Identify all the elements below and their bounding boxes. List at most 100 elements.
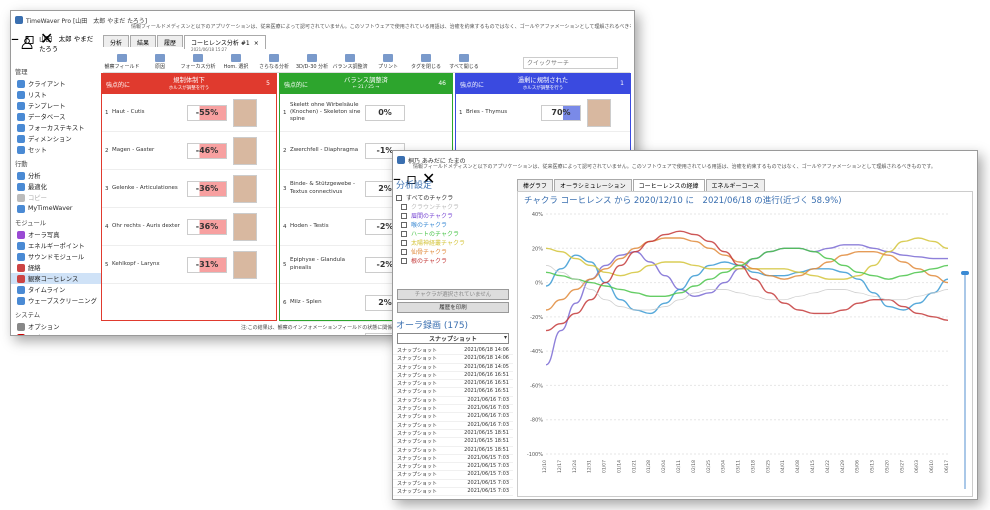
toolbar-button[interactable]: 観察フィールド: [103, 51, 141, 72]
toolbar-button[interactable]: プリント: [369, 51, 407, 72]
tab[interactable]: 結果: [130, 35, 157, 47]
snapshot-name: スナップショット: [397, 348, 438, 354]
sidebar-item[interactable]: テンプレート: [11, 100, 101, 111]
snapshot-row[interactable]: スナップショット 2021/06/16 16:51: [393, 388, 513, 397]
sidebar-item[interactable]: タイムライン: [11, 284, 101, 295]
toolbar-button[interactable]: バランス調整済: [331, 51, 369, 72]
sidebar-item[interactable]: 経絡: [11, 262, 101, 273]
snapshot-name: スナップショット: [397, 480, 438, 487]
toolbar-button[interactable]: フォーカス分析: [179, 51, 217, 72]
toolbar-button[interactable]: 原因: [141, 51, 179, 72]
sidebar-item-label: テンプレート: [28, 103, 66, 110]
toolbar-button[interactable]: Hom. 選択: [217, 51, 255, 72]
checkbox-box[interactable]: [401, 212, 407, 219]
snapshot-row[interactable]: スナップショット 2021/06/15 18:51: [393, 447, 513, 455]
column-count: 5: [266, 80, 270, 87]
snapshot-row[interactable]: スナップショット 2021/06/15 7:03: [393, 455, 513, 464]
toolbar-icon: [269, 54, 279, 62]
slider-track[interactable]: [964, 275, 966, 489]
chart-tab[interactable]: オーラシミュレーション: [554, 179, 632, 191]
sidebar-item[interactable]: MyTimeWaver: [11, 203, 101, 214]
result-row[interactable]: 3 Gelenke - Articulationes -36%: [102, 170, 276, 208]
x-tick-label: 03/25: [765, 460, 771, 473]
tab[interactable]: 分析: [103, 35, 130, 47]
row-number: 5: [283, 261, 287, 268]
sidebar-item[interactable]: オプション: [11, 321, 101, 332]
checkbox-box[interactable]: [401, 248, 407, 255]
snapshot-select[interactable]: スナップショット ▾: [397, 333, 509, 344]
result-row[interactable]: 5 Kehlkopf - Larynx -31%: [102, 246, 276, 284]
result-row[interactable]: 1 Haut - Cutis -55%: [102, 94, 276, 132]
snapshot-row[interactable]: スナップショット 2021/06/16 16:51: [393, 372, 513, 381]
snapshot-row[interactable]: スナップショット 2021/06/16 16:51: [393, 380, 513, 389]
result-row[interactable]: 4 Ohr rechts - Auris dexter -36%: [102, 208, 276, 246]
chakra-checkbox[interactable]: クラウンチャクラ: [393, 202, 513, 211]
sidebar-item[interactable]: フォーカステキスト: [11, 122, 101, 133]
checkbox-box[interactable]: [401, 239, 407, 246]
result-row[interactable]: 1 Bries - Thymus 70%: [456, 94, 630, 132]
sidebar-item[interactable]: 最適化: [11, 181, 101, 192]
sidebar-item[interactable]: 分析: [11, 170, 101, 181]
tab[interactable]: コーヒレンス分析 #1 × 2021/06/18 15:27: [184, 35, 266, 52]
snapshot-row[interactable]: スナップショット 2021/06/15 7:03: [393, 463, 513, 472]
checkbox-box[interactable]: [401, 230, 407, 237]
chakra-checkbox[interactable]: ハートのチャクラ: [393, 229, 513, 238]
snapshot-row[interactable]: スナップショット 2021/06/16 7:03: [393, 422, 513, 430]
snapshot-row[interactable]: スナップショット 2021/06/15 7:03: [393, 480, 513, 489]
row-number: 1: [459, 109, 463, 116]
print-history-button[interactable]: 履歴を印刷: [397, 302, 509, 313]
toolbar-button[interactable]: さらなる分析: [255, 51, 293, 72]
row-number: 2: [105, 147, 109, 154]
checkbox-box[interactable]: [401, 203, 407, 210]
sidebar-item[interactable]: ウェーブスクリーニング: [11, 295, 101, 306]
tab[interactable]: 履歴: [157, 35, 184, 47]
chakra-checkbox[interactable]: 仙骨チャクラ: [393, 247, 513, 256]
sidebar-section: 行動: [15, 161, 28, 168]
chakra-checkbox[interactable]: 太陽神経叢チャクラ: [393, 238, 513, 247]
sidebar-item[interactable]: オーラ写真: [11, 229, 101, 240]
chart-tab[interactable]: 棒グラフ: [517, 179, 554, 191]
sidebar-item[interactable]: クライアント: [11, 78, 101, 89]
snapshot-row[interactable]: スナップショット 2021/06/15 18:51: [393, 430, 513, 439]
snapshot-row[interactable]: スナップショット 2021/06/18 14:05: [393, 364, 513, 372]
checkbox-box[interactable]: [401, 221, 407, 228]
sidebar-item[interactable]: コピー: [11, 192, 101, 203]
no-chakra-button[interactable]: チャクラが選択されていません: [397, 289, 509, 300]
minimize-icon[interactable]: –: [11, 29, 19, 48]
snapshot-row[interactable]: スナップショット 2021/06/16 7:03: [393, 405, 513, 414]
toolbar-button[interactable]: タグを閉じる: [407, 51, 445, 72]
checkbox-box[interactable]: [401, 257, 407, 264]
chart-tab[interactable]: エネルギーコース: [705, 179, 766, 191]
result-row[interactable]: 1 Skelett ohne Wirbelsäule (Knochen) - Sk…: [280, 94, 452, 132]
sidebar-item[interactable]: リスト: [11, 89, 101, 100]
snapshot-row[interactable]: スナップショット 2021/06/15 18:51: [393, 438, 513, 447]
sidebar-item[interactable]: データベース: [11, 111, 101, 122]
snapshot-select-value: スナップショット: [428, 336, 477, 343]
chakra-checkbox[interactable]: 喉のチャクラ: [393, 220, 513, 229]
sidebar-item[interactable]: 観察コーヒレンス: [11, 273, 101, 284]
snapshot-date: 2021/06/15 7:03: [467, 488, 509, 495]
sidebar-item[interactable]: セット: [11, 144, 101, 155]
snapshot-row[interactable]: スナップショット 2021/06/18 14:06: [393, 347, 513, 356]
sidebar-item[interactable]: エネルギーポイント: [11, 240, 101, 251]
sidebar-item[interactable]: ディメンション: [11, 133, 101, 144]
snapshot-row[interactable]: スナップショット 2021/06/15 7:03: [393, 471, 513, 480]
toolbar-button[interactable]: すべて開じる: [445, 51, 483, 72]
chakra-checkbox[interactable]: すべてのチャクラ: [393, 193, 513, 202]
sidebar-item[interactable]: サウンドモジュール: [11, 251, 101, 262]
quick-search-input[interactable]: [523, 57, 618, 69]
chart-tab[interactable]: コーヒーレンスの経緯: [632, 179, 705, 191]
tab-close-icon[interactable]: ×: [254, 40, 259, 47]
snapshot-row[interactable]: スナップショット 2021/06/15 7:03: [393, 488, 513, 497]
snapshot-row[interactable]: スナップショット 2021/06/16 7:03: [393, 397, 513, 406]
checkbox-box[interactable]: [396, 194, 402, 201]
snapshot-row[interactable]: スナップショット 2021/06/18 14:06: [393, 355, 513, 364]
snapshot-row[interactable]: スナップショット 2021/06/16 7:03: [393, 413, 513, 422]
chakra-checkbox[interactable]: 根のチャクラ: [393, 256, 513, 265]
toolbar-icon: [155, 54, 165, 62]
sidebar-item[interactable]: エグジット: [11, 332, 101, 335]
chakra-checkbox[interactable]: 眉間のチャクラ: [393, 211, 513, 220]
result-row[interactable]: 2 Magen - Gaster -46%: [102, 132, 276, 170]
row-number: 2: [283, 147, 287, 154]
toolbar-button[interactable]: 3D/D-30 分析: [293, 51, 331, 72]
